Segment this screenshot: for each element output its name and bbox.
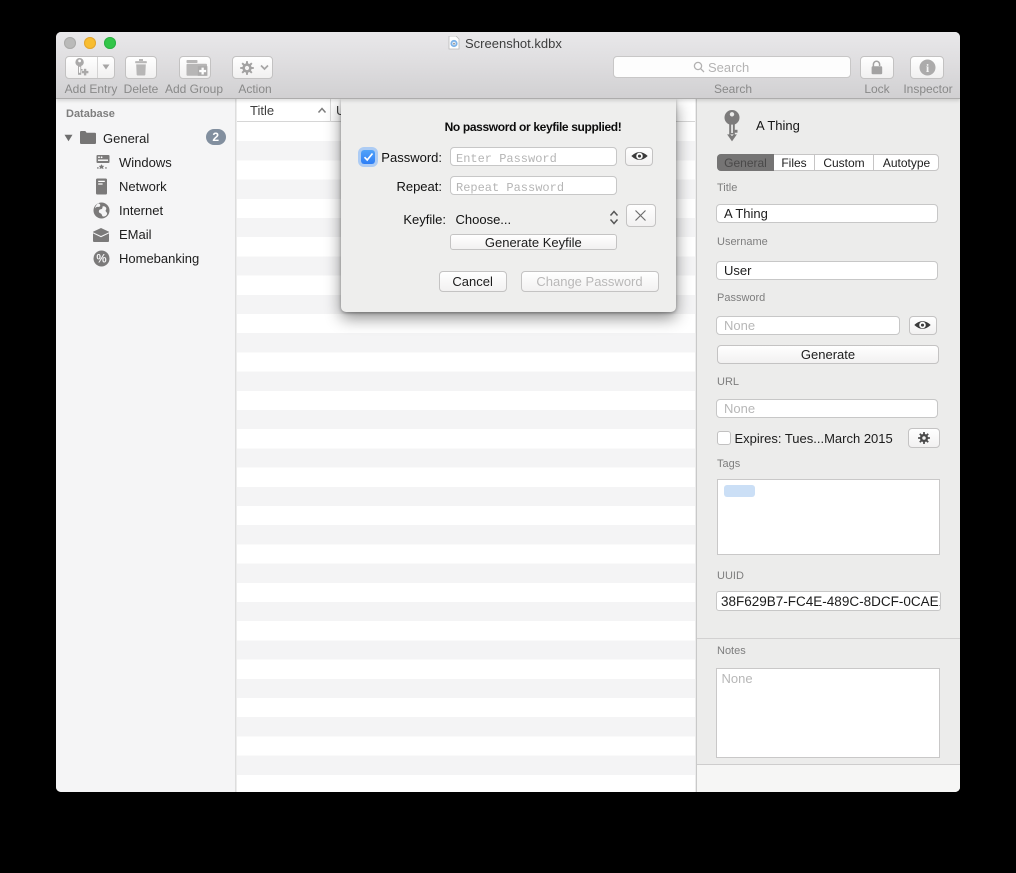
svg-text:%: %: [96, 254, 106, 266]
